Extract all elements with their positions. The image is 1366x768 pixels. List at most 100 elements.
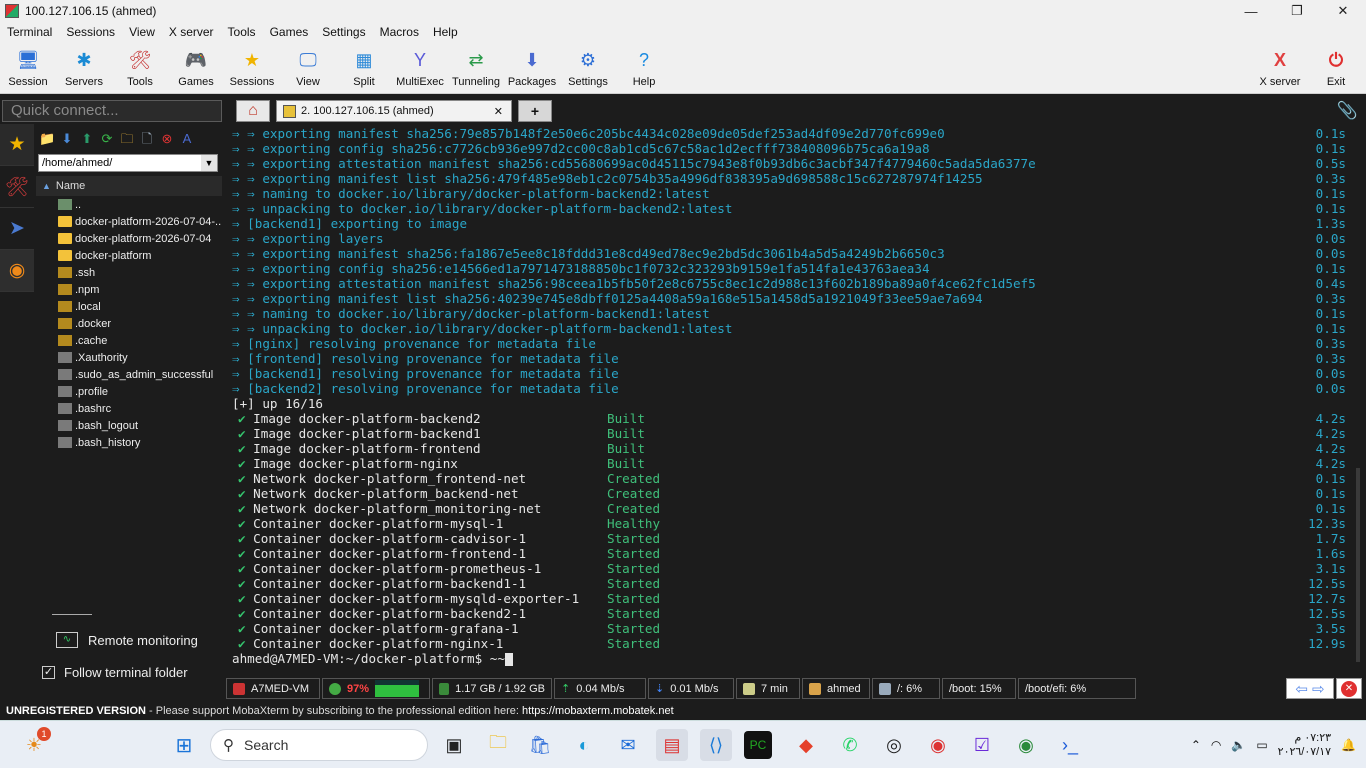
menu-terminal[interactable]: Terminal xyxy=(0,25,59,39)
tools-side-icon[interactable]: 🛠 xyxy=(0,166,34,208)
home-tab[interactable]: ⌂ xyxy=(236,100,270,122)
follow-terminal-folder-option[interactable]: ✓ Follow terminal folder xyxy=(36,661,222,683)
git-icon[interactable]: ◆ xyxy=(790,729,822,761)
close-button[interactable]: ✕ xyxy=(1320,0,1366,22)
refresh-icon[interactable]: ⟳ xyxy=(99,131,115,147)
arrow-right-icon[interactable]: ⇨ xyxy=(1312,680,1325,698)
clock[interactable]: ٠٧:٢٣ م ٢٠٢٦/٠٧/١٧ xyxy=(1278,731,1331,759)
toolbar-games-button[interactable]: 🎮 Games xyxy=(168,46,224,92)
chevron-down-icon[interactable]: ▼ xyxy=(201,155,217,171)
toolbar-view-button[interactable]: 🖵 View xyxy=(280,46,336,92)
toolbar-sessions-button[interactable]: ★ Sessions xyxy=(224,46,280,92)
menu-settings[interactable]: Settings xyxy=(315,25,372,39)
upload-arrow-icon: ⇡ xyxy=(561,683,571,695)
new-file-icon[interactable]: 🗋 xyxy=(139,131,155,147)
edge-icon[interactable]: ◐ xyxy=(568,729,600,761)
app-check-icon[interactable]: ☑ xyxy=(966,729,998,761)
chrome-profile-icon[interactable]: ◉ xyxy=(1010,729,1042,761)
download-icon[interactable]: ⬇ xyxy=(59,131,75,147)
path-field[interactable]: /home/ahmed/ ▼ xyxy=(38,154,218,172)
toolbar-exit-button[interactable]: ⏻ Exit xyxy=(1308,46,1364,92)
new-folder-icon[interactable]: 🗀 xyxy=(119,131,135,147)
file-list-item[interactable]: docker-platform-2026-07-04 xyxy=(36,230,222,247)
name-column-header[interactable]: ▲ Name xyxy=(36,176,222,196)
toolbar-tunneling-button[interactable]: ⇄ Tunneling xyxy=(448,46,504,92)
pycharm-icon[interactable]: PC xyxy=(744,731,772,759)
rename-icon[interactable]: A xyxy=(179,131,195,147)
toolbar-servers-button[interactable]: ✱ Servers xyxy=(56,46,112,92)
star-icon: ★ xyxy=(243,50,261,70)
file-list-item[interactable]: .bash_logout xyxy=(36,417,222,434)
menu-sessions[interactable]: Sessions xyxy=(59,25,122,39)
file-list-item[interactable]: docker-platform xyxy=(36,247,222,264)
sftp-send-icon[interactable]: ➤ xyxy=(0,208,34,250)
upload-icon[interactable]: ⬆ xyxy=(79,131,95,147)
arrow-left-icon[interactable]: ⇦ xyxy=(1295,680,1308,698)
file-list-item[interactable]: .. xyxy=(36,196,222,213)
outlook-icon[interactable]: ✉ xyxy=(612,729,644,761)
attachment-icon[interactable]: 📎 xyxy=(1337,101,1358,121)
quick-connect-input[interactable]: Quick connect... xyxy=(2,100,222,122)
vscode-icon[interactable]: ⟨⟩ xyxy=(700,729,732,761)
whatsapp-icon[interactable]: ✆ xyxy=(834,729,866,761)
multiexec-icon: Y xyxy=(413,50,426,70)
powershell-icon[interactable]: ›_ xyxy=(1054,729,1086,761)
terminal-output[interactable]: ⇒ ⇒ exporting manifest sha256:79e857b148… xyxy=(226,124,1360,676)
file-list-item[interactable]: .Xauthority xyxy=(36,349,222,366)
subscribe-link[interactable]: https://mobaxterm.mobatek.net xyxy=(522,705,674,717)
file-explorer-icon[interactable]: 🗀 xyxy=(482,729,514,761)
task-view-icon[interactable]: ▣ xyxy=(438,729,470,761)
taskbar-search[interactable]: ⚲ Search xyxy=(210,729,428,761)
file-list-item[interactable]: docker-platform-2026-07-04-... xyxy=(36,213,222,230)
store-icon[interactable]: 🛍 xyxy=(524,729,556,761)
menu-help[interactable]: Help xyxy=(426,25,465,39)
file-list-item[interactable]: .bash_history xyxy=(36,434,222,451)
scroll-arrows[interactable]: ⇦ ⇨ xyxy=(1286,678,1334,699)
toolbar-help-button[interactable]: ? Help xyxy=(616,46,672,92)
toolbar-settings-button[interactable]: ⚙ Settings xyxy=(560,46,616,92)
folder-icon xyxy=(58,335,72,346)
chrome-icon[interactable]: ◉ xyxy=(922,729,954,761)
sftp-globe-icon[interactable]: ◉ xyxy=(0,250,34,292)
tab-close-icon[interactable]: ✕ xyxy=(494,105,503,118)
obs-icon[interactable]: ◎ xyxy=(878,729,910,761)
menu-macros[interactable]: Macros xyxy=(373,25,426,39)
remote-monitoring-toggle[interactable]: ∿ Remote monitoring xyxy=(36,629,222,651)
windows-start-icon[interactable]: ⊞ xyxy=(168,729,200,761)
close-status-button[interactable]: ✕ xyxy=(1336,678,1362,699)
toolbar-session-button[interactable]: 🖥 Session xyxy=(0,46,56,92)
file-list-item[interactable]: .bashrc xyxy=(36,400,222,417)
wifi-icon[interactable]: ◠ xyxy=(1211,738,1221,752)
file-list-item[interactable]: .local xyxy=(36,298,222,315)
file-list-item[interactable]: .cache xyxy=(36,332,222,349)
menu-view[interactable]: View xyxy=(122,25,162,39)
weather-widget-icon[interactable]: ☀ 1 xyxy=(18,727,51,761)
delete-icon[interactable]: ⊗ xyxy=(159,131,175,147)
new-tab-button[interactable]: + xyxy=(518,100,552,122)
toolbar-packages-button[interactable]: ⬇ Packages xyxy=(504,46,560,92)
chevron-up-icon[interactable]: ⌃ xyxy=(1191,738,1201,752)
battery-icon[interactable]: ▭ xyxy=(1256,738,1267,752)
toolbar-split-button[interactable]: ▦ Split xyxy=(336,46,392,92)
follow-checkbox[interactable]: ✓ xyxy=(42,665,55,679)
minimize-button[interactable]: — xyxy=(1228,0,1274,22)
file-list-item[interactable]: .profile xyxy=(36,383,222,400)
menu-tools[interactable]: Tools xyxy=(221,25,263,39)
parent-folder-icon[interactable]: 📁 xyxy=(39,131,55,147)
mobaxterm-taskbar-icon[interactable]: ▤ xyxy=(656,729,688,761)
sessions-star-icon[interactable]: ★ xyxy=(0,124,34,166)
maximize-button[interactable]: ❐ xyxy=(1274,0,1320,22)
notifications-icon[interactable]: 🔔 xyxy=(1341,738,1356,752)
file-list-item[interactable]: .npm xyxy=(36,281,222,298)
file-list-item[interactable]: .docker xyxy=(36,315,222,332)
toolbar-xserver-button[interactable]: XX server xyxy=(1252,46,1308,92)
volume-icon[interactable]: 🔈 xyxy=(1231,738,1246,752)
terminal-scrollbar[interactable] xyxy=(1356,468,1360,662)
toolbar-multiexec-button[interactable]: Y MultiExec xyxy=(392,46,448,92)
toolbar-tools-button[interactable]: 🛠 Tools xyxy=(112,46,168,92)
menu-x-server[interactable]: X server xyxy=(162,25,221,39)
file-list-item[interactable]: .sudo_as_admin_successful xyxy=(36,366,222,383)
menu-games[interactable]: Games xyxy=(263,25,316,39)
file-list-item[interactable]: .ssh xyxy=(36,264,222,281)
tab-session-2[interactable]: 2. 100.127.106.15 (ahmed) ✕ xyxy=(276,100,512,122)
